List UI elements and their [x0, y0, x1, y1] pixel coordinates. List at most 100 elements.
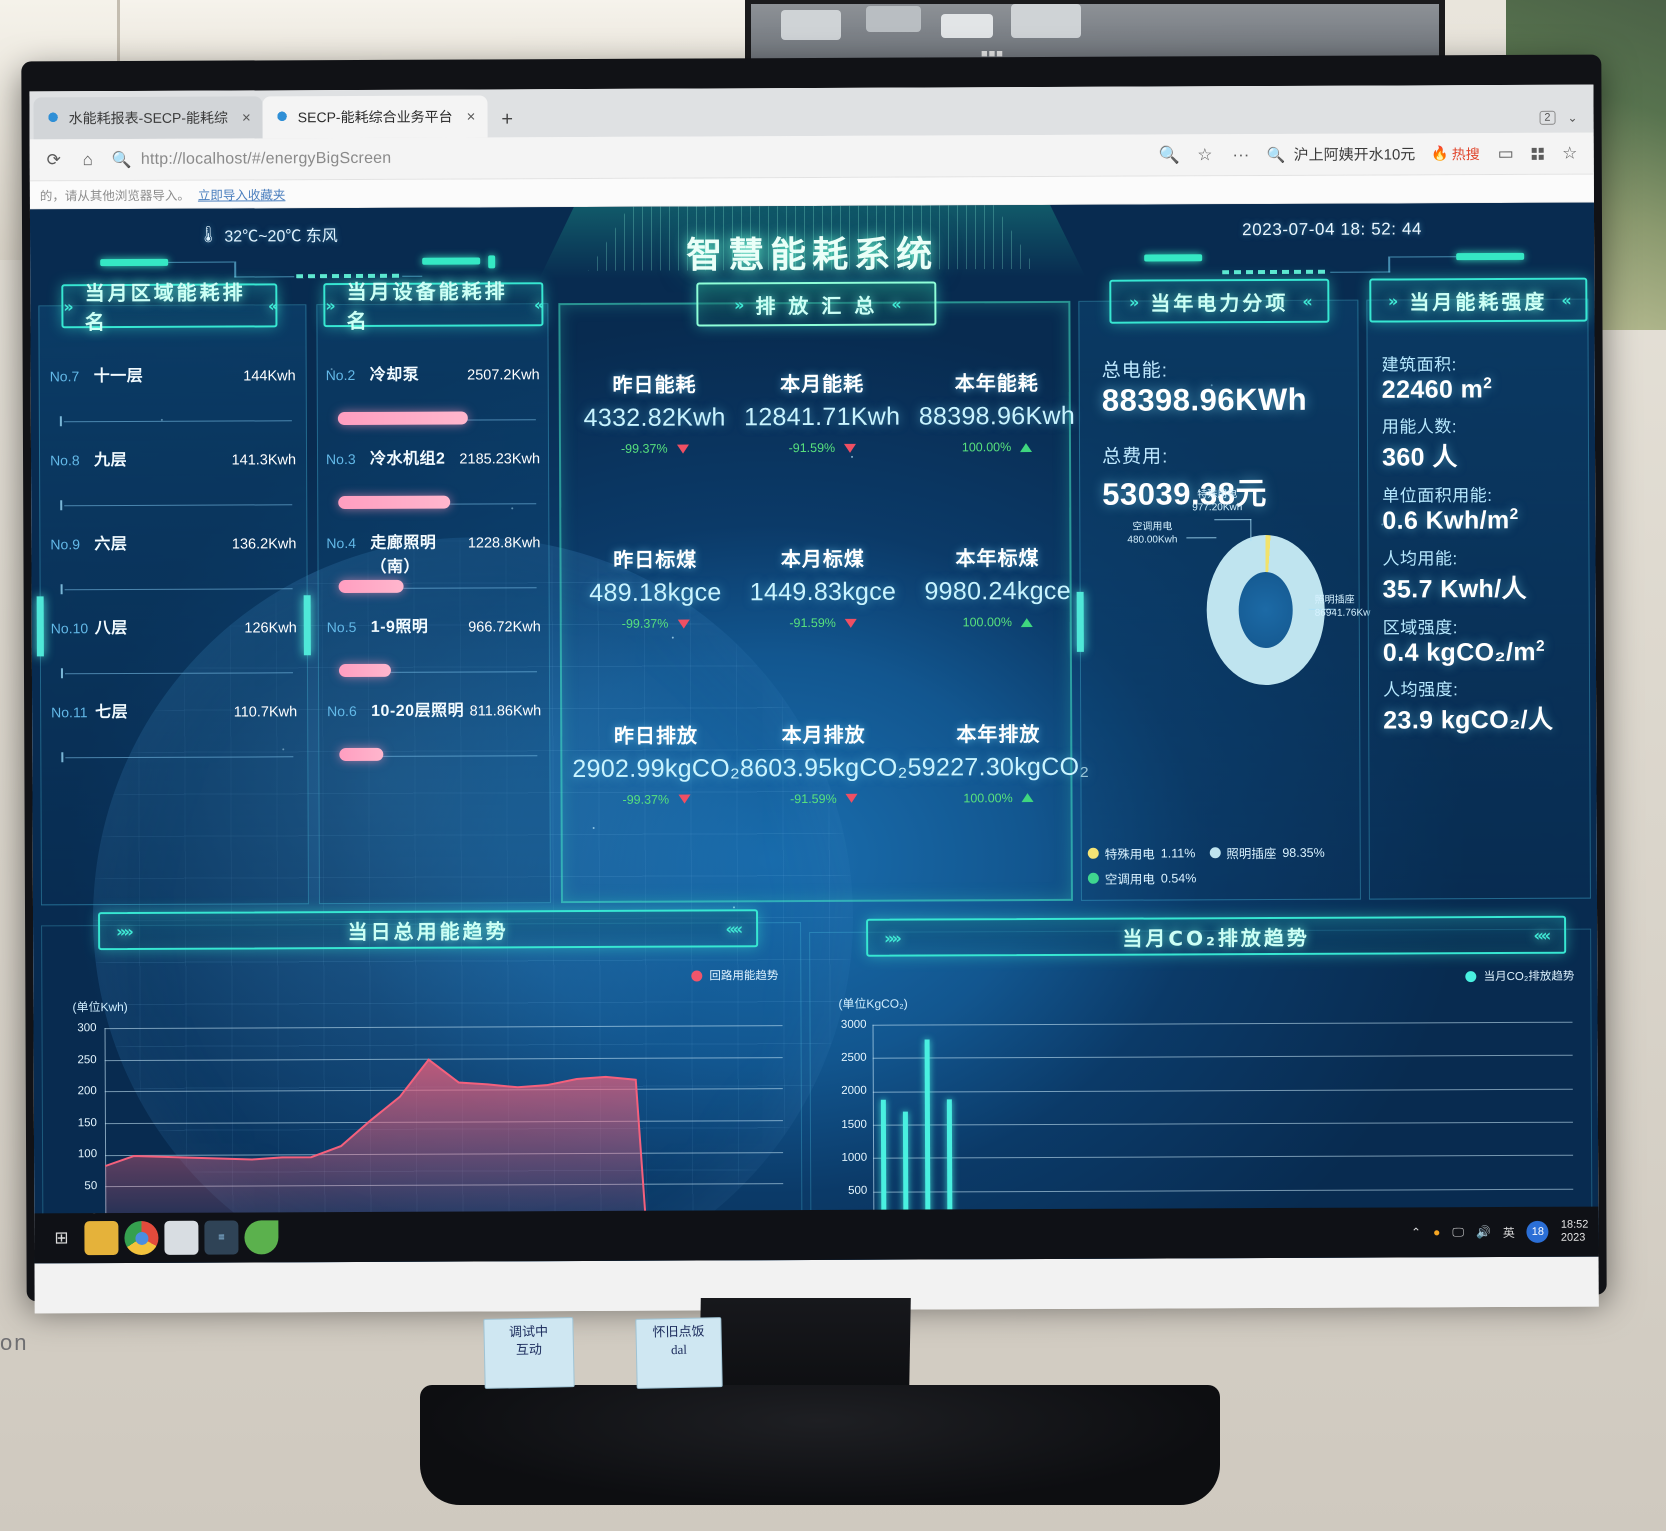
metric-cell: 本年排放 59227.30kgCO₂ 100.00% [907, 717, 1090, 893]
metric-delta: -91.59% [789, 616, 836, 631]
bar[interactable] [881, 1099, 887, 1225]
legend-item[interactable]: 照明插座 98.35% [1209, 843, 1325, 863]
tab-0-title: 水能耗报表-SECP-能耗综 [68, 109, 229, 127]
reload-icon[interactable]: ⟳ [44, 150, 64, 170]
tab-0-close-icon[interactable]: × [242, 109, 251, 126]
legend-item[interactable]: 特殊用电 1.11% [1087, 843, 1196, 862]
weather-indicator: 🌡 32℃~20℃ 东风 [198, 222, 338, 247]
table-row[interactable]: No.10 八层 126Kwh [51, 613, 297, 698]
intensity-label: 人均强度: [1383, 680, 1459, 700]
y-tick: 2000 [841, 1084, 867, 1097]
tray-language-indicator[interactable]: 英 [1503, 1223, 1515, 1240]
intensity-label: 人均用能: [1382, 548, 1458, 569]
table-row[interactable]: No.3 冷水机组2 2185.23Kwh [326, 444, 540, 529]
daily-energy-chart-panel: »» 当日总用能趋势 «« 回路用能趋势 (单位Kwh) 300 250 200… [41, 909, 803, 1256]
tab-0[interactable]: 水能耗报表-SECP-能耗综 × [33, 96, 263, 140]
legend-item[interactable]: 空调用电 0.54% [1087, 868, 1197, 887]
tab-1[interactable]: SECP-能耗综合业务平台 × [262, 95, 488, 139]
rank-no: No.9 [50, 536, 81, 553]
book-icon[interactable] [164, 1220, 199, 1255]
power-split-donut-chart[interactable]: 特殊用电 977.20Kwh 空调用电 480.00Kwh 照明插座 86941… [1127, 489, 1370, 704]
rank-value: 2507.2Kwh [467, 367, 540, 384]
collections-star-icon[interactable]: ☆ [1560, 143, 1580, 163]
bar[interactable] [924, 1039, 931, 1225]
intensity-item: 用能人数: 360 人 [1382, 412, 1580, 474]
droplet-icon [275, 110, 290, 125]
intensity-value: 360 人 [1381, 443, 1458, 472]
tray-shield-icon[interactable]: ● [1433, 1225, 1440, 1239]
chrome-icon[interactable] [124, 1220, 159, 1256]
metric-cell: 本月能耗 12841.71Kwh -91.59% [738, 368, 906, 544]
table-row[interactable]: No.5 1-9照明 966.72Kwh [327, 612, 541, 697]
tab-count-badge[interactable]: 2 [1539, 110, 1556, 125]
device-rank-title-text: 当月设备能耗排名 [346, 279, 508, 334]
editor-icon[interactable]: ≡ [204, 1220, 239, 1255]
area-rank-title: » 当月区域能耗排名 « [61, 280, 278, 334]
chevron-left-icon: « [891, 294, 899, 314]
new-tab-button[interactable]: + [487, 108, 527, 137]
trend-down-icon [677, 619, 690, 629]
metric-cell: 本月标煤 1449.83kgce -91.59% [739, 543, 907, 719]
rank-value: 136.2Kwh [231, 536, 297, 553]
co2-chart-legend[interactable]: 当月CO₂排放趋势 [1465, 968, 1575, 984]
tabstrip-right-controls: 2 ⌄ [1539, 111, 1593, 133]
sidebar-icon[interactable]: ▭ [1496, 143, 1516, 163]
intensity-item: 人均用能: 35.7 Kwh/人 [1382, 543, 1580, 605]
metric-delta: -91.59% [790, 791, 837, 806]
sticky-note-1: 调试中 互动 [483, 1317, 575, 1389]
tab-1-close-icon[interactable]: × [467, 108, 476, 125]
callout-special: 特殊用电 977.20Kwh [1162, 489, 1272, 514]
more-menu-icon[interactable]: ··· [1231, 145, 1251, 165]
monitor-stand-neck [699, 1298, 911, 1390]
bar[interactable] [946, 1099, 953, 1225]
monitor: 水能耗报表-SECP-能耗综 × SECP-能耗综合业务平台 × + 2 ⌄ ⟳… [21, 54, 1607, 1314]
co2-chart-y-unit: (单位KgCO₂) [838, 996, 908, 1011]
table-row[interactable]: No.9 六层 136.2Kwh [50, 529, 296, 614]
daily-energy-chart-title-text: 当日总用能趋势 [347, 918, 509, 944]
y-tick: 1000 [841, 1151, 868, 1164]
url-field[interactable]: 🔍 http://localhost/#/energyBigScreen [112, 148, 392, 169]
area-rank-panel: » 当月区域能耗排名 « No.7 十一层 144Kwh No.8 九层 141.3Kw… [36, 280, 311, 906]
tab-list-chevron-icon[interactable]: ⌄ [1567, 111, 1577, 125]
task-view-icon[interactable]: ⊞ [44, 1221, 78, 1255]
tray-volume-icon[interactable]: 🔊 [1476, 1225, 1491, 1239]
hot-search-badge[interactable]: 🔥 热搜 [1431, 144, 1480, 164]
table-row[interactable]: No.8 九层 141.3Kwh [50, 445, 296, 530]
y-tick: 2500 [841, 1051, 867, 1064]
tab-1-title: SECP-能耗综合业务平台 [297, 108, 453, 126]
table-row[interactable]: No.6 10-20层照明 811.86Kwh [327, 696, 541, 781]
taskbar-clock[interactable]: 18:52 2023 [1561, 1219, 1589, 1244]
home-icon[interactable]: ⌂ [78, 150, 98, 170]
table-row[interactable]: No.11 七层 110.7Kwh [51, 697, 297, 782]
panel-edge-accent [303, 595, 311, 656]
search-box[interactable]: 🔍 沪上阿姨开水10元 [1267, 143, 1415, 165]
metric-label: 本年排放 [956, 723, 1041, 747]
tab-strip: 水能耗报表-SECP-能耗综 × SECP-能耗综合业务平台 × + 2 ⌄ [29, 84, 1594, 140]
emission-summary-title-text: 排 放 汇 总 [755, 293, 878, 318]
table-row[interactable]: No.2 冷却泵 2507.2Kwh [326, 360, 540, 445]
metric-value: 59227.30kgCO₂ [907, 752, 1090, 782]
chevron-right-icon: » [734, 294, 742, 314]
emission-metric-grid: 昨日能耗 4332.82Kwh -99.37% 本月能耗 12841.71Kwh… [571, 367, 1089, 895]
daily-chart-legend[interactable]: 回路用能趋势 [691, 967, 778, 983]
table-row[interactable]: No.4 走廊照明（南） 1228.8Kwh [326, 528, 540, 613]
rank-name: 八层 [94, 619, 128, 638]
bar[interactable] [903, 1111, 909, 1225]
intensity-value: 22460 m2 [1381, 375, 1493, 404]
table-row[interactable]: No.7 十一层 144Kwh [50, 361, 296, 446]
rank-no: No.8 [50, 452, 80, 469]
tray-ime-badge[interactable]: 18 [1526, 1220, 1549, 1243]
import-favorites-link[interactable]: 立即导入收藏夹 [198, 184, 286, 203]
folder-icon[interactable] [84, 1221, 119, 1256]
bookmark-star-icon[interactable]: ☆ [1195, 145, 1215, 165]
metric-value: 2902.99kgCO₂ [572, 753, 741, 783]
chevron-left-icon: «« [1533, 925, 1549, 945]
title-banner: 智慧能耗系统 [532, 203, 1092, 294]
total-cost-label: 总费用: [1101, 446, 1169, 468]
tray-expand-icon[interactable]: ⌃ [1411, 1225, 1421, 1239]
total-energy-value: 88398.96KWh [1101, 381, 1308, 418]
tray-network-icon[interactable]: 🖵 [1452, 1225, 1464, 1240]
leaf-icon[interactable] [244, 1220, 279, 1255]
apps-grid-icon[interactable] [1531, 147, 1544, 160]
find-icon[interactable]: 🔍 [1159, 145, 1180, 165]
